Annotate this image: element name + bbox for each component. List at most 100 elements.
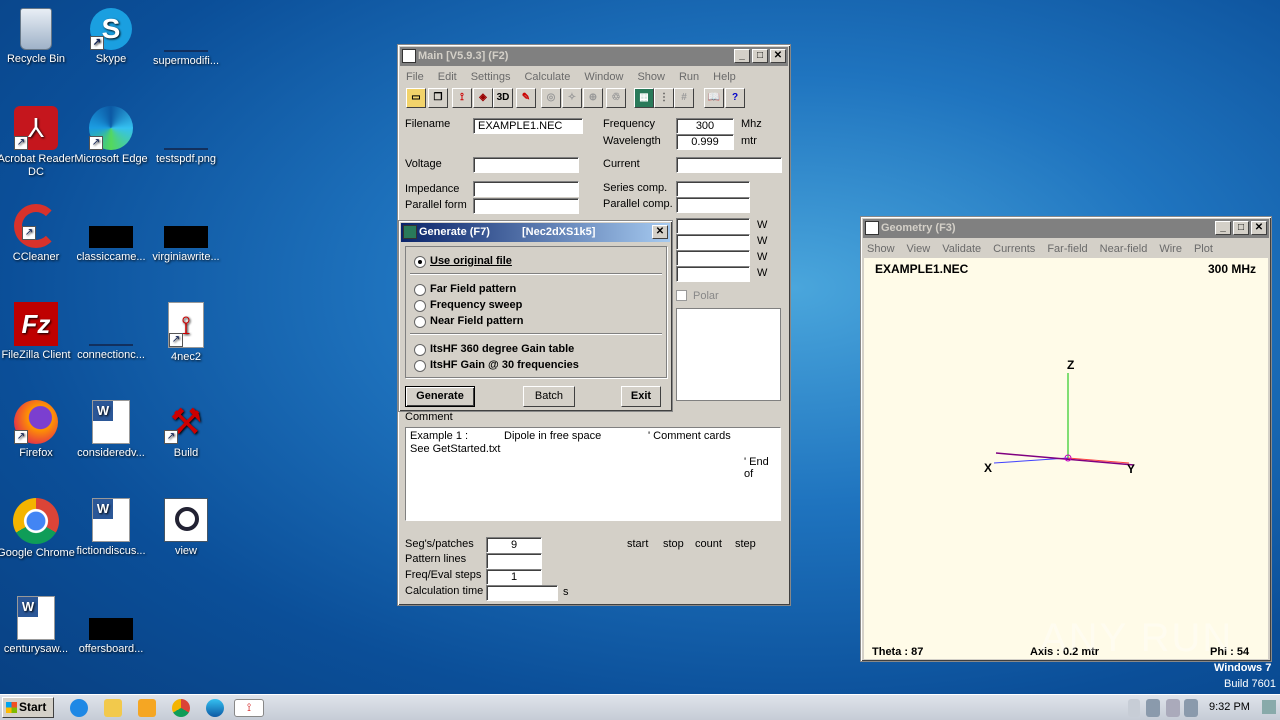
desktop-icon-fictiondiscus[interactable]: W fictiondiscus... bbox=[71, 498, 151, 558]
option-far-field[interactable]: Far Field pattern bbox=[414, 283, 516, 296]
optimize-icon[interactable]: ♲ bbox=[606, 88, 626, 108]
desktop-icon-filezilla[interactable]: Fz FileZilla Client bbox=[0, 302, 76, 362]
ie-icon[interactable] bbox=[70, 699, 88, 717]
desktop-icon-build[interactable]: ⚒ ↗ Build bbox=[146, 400, 226, 460]
pattern-icon[interactable]: ◎ bbox=[541, 88, 561, 108]
4nec2-taskbar-icon[interactable]: ⟟ bbox=[234, 699, 264, 717]
explorer-icon[interactable] bbox=[104, 699, 122, 717]
parallel-form-field[interactable] bbox=[473, 198, 579, 214]
desktop-icon-4nec2[interactable]: ⟟ ↗ 4nec2 bbox=[146, 302, 226, 364]
menu-validate[interactable]: Validate bbox=[942, 243, 981, 255]
run-icon[interactable]: ⋮ bbox=[654, 88, 674, 108]
impedance-field[interactable] bbox=[473, 181, 579, 197]
chrome-taskbar-icon[interactable] bbox=[172, 699, 190, 717]
desktop-icon-skype[interactable]: S ↗ Skype bbox=[71, 8, 151, 66]
minimize-button[interactable]: _ bbox=[1215, 221, 1231, 235]
maximize-button[interactable]: □ bbox=[752, 49, 768, 63]
menu-calculate[interactable]: Calculate bbox=[524, 71, 570, 83]
series-comp-field[interactable] bbox=[676, 181, 750, 197]
current-field[interactable] bbox=[676, 157, 782, 173]
desktop-icon-offersboard[interactable]: offersboard... bbox=[71, 596, 151, 656]
calculator-icon[interactable]: ▦ bbox=[634, 88, 654, 108]
parallel-comp-field[interactable] bbox=[676, 197, 750, 213]
pattern-lines-field[interactable] bbox=[486, 553, 542, 569]
desktop-icon-acrobat[interactable]: ⅄ ↗ Acrobat Reader DC bbox=[0, 106, 76, 179]
polar-checkbox[interactable] bbox=[676, 290, 687, 301]
menu-near-field[interactable]: Near-field bbox=[1100, 243, 1148, 255]
sweep-icon[interactable]: ✧ bbox=[562, 88, 582, 108]
volume-icon[interactable] bbox=[1184, 699, 1198, 717]
maximize-button[interactable]: □ bbox=[1233, 221, 1249, 235]
desktop-icon-consideredv[interactable]: W consideredv... bbox=[71, 400, 151, 460]
start-button[interactable]: Start bbox=[2, 697, 54, 718]
desktop-icon-centurysaw[interactable]: W centurysaw... bbox=[0, 596, 76, 656]
geometry-canvas[interactable]: EXAMPLE1.NEC 300 MHz Z X Y Theta : 87 Ax… bbox=[864, 258, 1268, 659]
menu-file[interactable]: File bbox=[406, 71, 424, 83]
close-button[interactable]: ✕ bbox=[770, 49, 786, 63]
desktop-icon-edge[interactable]: ↗ Microsoft Edge bbox=[71, 106, 151, 166]
voltage-field[interactable] bbox=[473, 157, 579, 173]
book-icon[interactable]: 📖 bbox=[704, 88, 724, 108]
cube-icon[interactable]: ◈ bbox=[473, 88, 493, 108]
segs-field[interactable]: 9 bbox=[486, 537, 542, 553]
desktop-icon-testspdf[interactable]: testspdf.png bbox=[146, 106, 226, 166]
desktop-icon-supermodifi[interactable]: supermodifi... bbox=[146, 8, 226, 68]
calc-time-field[interactable] bbox=[486, 585, 558, 601]
menu-plot[interactable]: Plot bbox=[1194, 243, 1213, 255]
batch-button[interactable]: Batch bbox=[523, 386, 575, 407]
freq-eval-field[interactable]: 1 bbox=[486, 569, 542, 585]
power-field-2[interactable] bbox=[676, 234, 750, 250]
media-player-icon[interactable] bbox=[138, 699, 156, 717]
exit-button[interactable]: Exit bbox=[621, 386, 661, 407]
edit-icon[interactable]: ✎ bbox=[516, 88, 536, 108]
menu-edit[interactable]: Edit bbox=[438, 71, 457, 83]
option-use-original-file[interactable]: Use original file bbox=[414, 255, 512, 268]
power-field-4[interactable] bbox=[676, 266, 750, 282]
help-icon[interactable]: ? bbox=[725, 88, 745, 108]
desktop-icon-recycle-bin[interactable]: Recycle Bin bbox=[0, 8, 76, 66]
generate-title-bar[interactable]: Generate (F7) [Nec2dXS1k5] ✕ bbox=[401, 223, 670, 242]
menu-show[interactable]: Show bbox=[867, 243, 895, 255]
copy-icon[interactable]: ❐ bbox=[428, 88, 448, 108]
close-button[interactable]: ✕ bbox=[652, 225, 668, 239]
menu-wire[interactable]: Wire bbox=[1159, 243, 1182, 255]
antenna-tool-icon[interactable]: ⟟ bbox=[452, 88, 472, 108]
flag-icon[interactable] bbox=[1166, 699, 1180, 717]
desktop-icon-firefox[interactable]: ↗ Firefox bbox=[0, 400, 76, 460]
option-frequency-sweep[interactable]: Frequency sweep bbox=[414, 299, 522, 312]
wavelength-field[interactable]: 0.999 bbox=[676, 134, 734, 150]
hash-icon[interactable]: # bbox=[674, 88, 694, 108]
power-field-1[interactable] bbox=[676, 218, 750, 234]
open-folder-icon[interactable]: ▭ bbox=[406, 88, 426, 108]
minimize-button[interactable]: _ bbox=[734, 49, 750, 63]
option-near-field[interactable]: Near Field pattern bbox=[414, 315, 524, 328]
filename-field[interactable]: EXAMPLE1.NEC bbox=[473, 118, 583, 134]
geometry-title-bar[interactable]: Geometry (F3) _ □ ✕ bbox=[863, 219, 1269, 238]
generate-button[interactable]: Generate bbox=[405, 386, 475, 407]
power-field-3[interactable] bbox=[676, 250, 750, 266]
option-itshf-360[interactable]: ItsHF 360 degree Gain table bbox=[414, 343, 574, 356]
tray-arrow-icon[interactable] bbox=[1128, 699, 1140, 717]
menu-view[interactable]: View bbox=[907, 243, 931, 255]
desktop-icon-virginiawrite[interactable]: virginiawrite... bbox=[146, 204, 226, 264]
network-icon[interactable] bbox=[1146, 699, 1160, 717]
edge-taskbar-icon[interactable] bbox=[206, 699, 224, 717]
desktop-icon-connectionc[interactable]: connectionc... bbox=[71, 302, 151, 362]
menu-settings[interactable]: Settings bbox=[471, 71, 511, 83]
frequency-field[interactable]: 300 bbox=[676, 118, 734, 134]
main-title-bar[interactable]: Main [V5.9.3] (F2) _ □ ✕ bbox=[400, 47, 788, 66]
menu-window[interactable]: Window bbox=[584, 71, 623, 83]
menu-run[interactable]: Run bbox=[679, 71, 699, 83]
comment-box[interactable]: Example 1 : Dipole in free space ' Comme… bbox=[405, 427, 781, 521]
desktop-icon-view[interactable]: view bbox=[146, 498, 226, 558]
menu-far-field[interactable]: Far-field bbox=[1047, 243, 1087, 255]
menu-currents[interactable]: Currents bbox=[993, 243, 1035, 255]
clock[interactable]: 9:32 PM bbox=[1209, 701, 1250, 713]
option-itshf-30[interactable]: ItsHF Gain @ 30 frequencies bbox=[414, 359, 579, 372]
close-button[interactable]: ✕ bbox=[1251, 221, 1267, 235]
menu-help[interactable]: Help bbox=[713, 71, 736, 83]
show-desktop-button[interactable] bbox=[1262, 700, 1276, 714]
desktop-icon-chrome[interactable]: Google Chrome bbox=[0, 498, 76, 560]
3d-icon[interactable]: 3D bbox=[493, 88, 513, 108]
menu-show[interactable]: Show bbox=[637, 71, 665, 83]
